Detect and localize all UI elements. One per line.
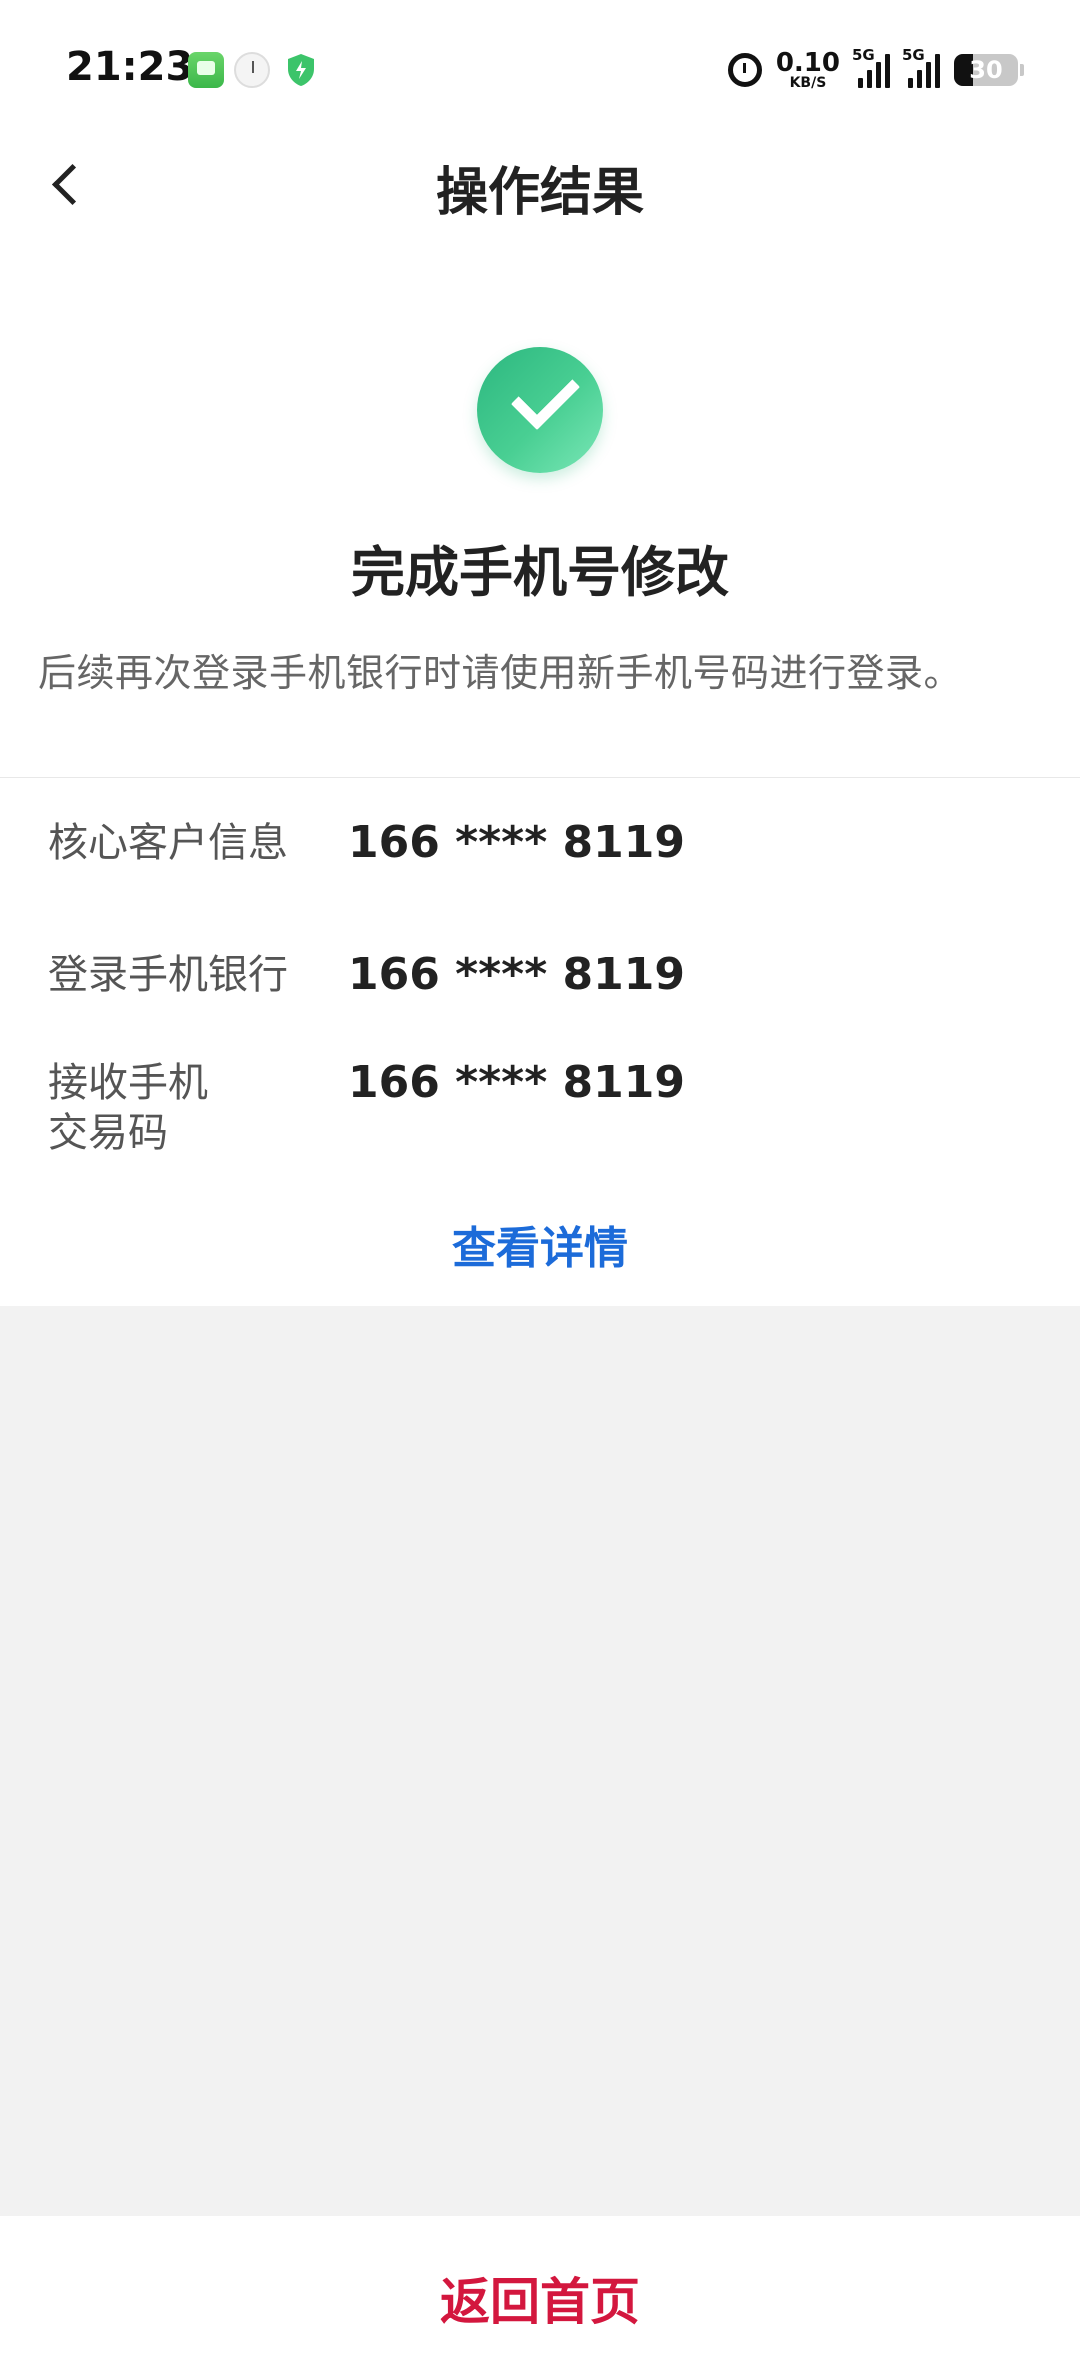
battery-level: 30	[969, 56, 1003, 84]
info-value: 166 **** 8119	[348, 817, 685, 868]
info-list: 核心客户信息 166 **** 8119 登录手机银行 166 **** 811…	[0, 778, 1080, 1176]
battery-icon: 30	[954, 54, 1018, 86]
clock-app-icon	[234, 52, 270, 88]
result-section: 完成手机号修改 后续再次登录手机银行时请使用新手机号码进行登录。	[0, 250, 1080, 778]
network-speed: 0.10 KB/S	[776, 50, 840, 90]
info-label: 接收手机 交易码	[48, 1058, 308, 1158]
signal-icon: 5G	[852, 46, 890, 88]
status-time: 21:23	[66, 44, 194, 90]
info-label: 核心客户信息	[48, 820, 288, 866]
network-speed-value: 0.10	[775, 48, 840, 78]
result-description: 后续再次登录手机银行时请使用新手机号码进行登录。	[38, 651, 963, 695]
battery-cap	[1020, 64, 1024, 76]
view-details-label: 查看详情	[452, 1223, 628, 1274]
info-label-line2: 交易码	[48, 1110, 168, 1156]
network-speed-unit: KB/S	[789, 75, 827, 91]
info-label: 登录手机银行	[48, 952, 288, 998]
info-value: 166 **** 8119	[348, 1057, 685, 1108]
nav-bar: 操作结果	[0, 120, 1080, 250]
return-home-button[interactable]: 返回首页	[0, 2216, 1080, 2372]
check-circle-icon	[477, 347, 603, 473]
page-title: 操作结果	[435, 163, 644, 223]
info-value: 166 **** 8119	[348, 949, 685, 1000]
network-type-label: 5G	[852, 46, 875, 64]
result-page: 21:23 0.10 KB/S 5G 5G 30 操作结果 完成手机号修改 后续…	[0, 0, 1080, 2372]
status-right-group: 0.10 KB/S 5G 5G 30	[727, 46, 1024, 94]
alarm-icon	[727, 53, 762, 87]
view-details-link[interactable]: 查看详情	[0, 1176, 1080, 1306]
info-label-line1: 接收手机	[48, 1060, 208, 1106]
signal-icon-2: 5G	[902, 46, 940, 88]
result-title: 完成手机号修改	[351, 541, 729, 604]
status-bar: 21:23 0.10 KB/S 5G 5G 30	[0, 0, 1080, 120]
return-home-label: 返回首页	[440, 2273, 640, 2331]
network-type-label-2: 5G	[902, 46, 925, 64]
message-app-icon	[188, 52, 224, 88]
security-shield-icon	[288, 54, 314, 86]
